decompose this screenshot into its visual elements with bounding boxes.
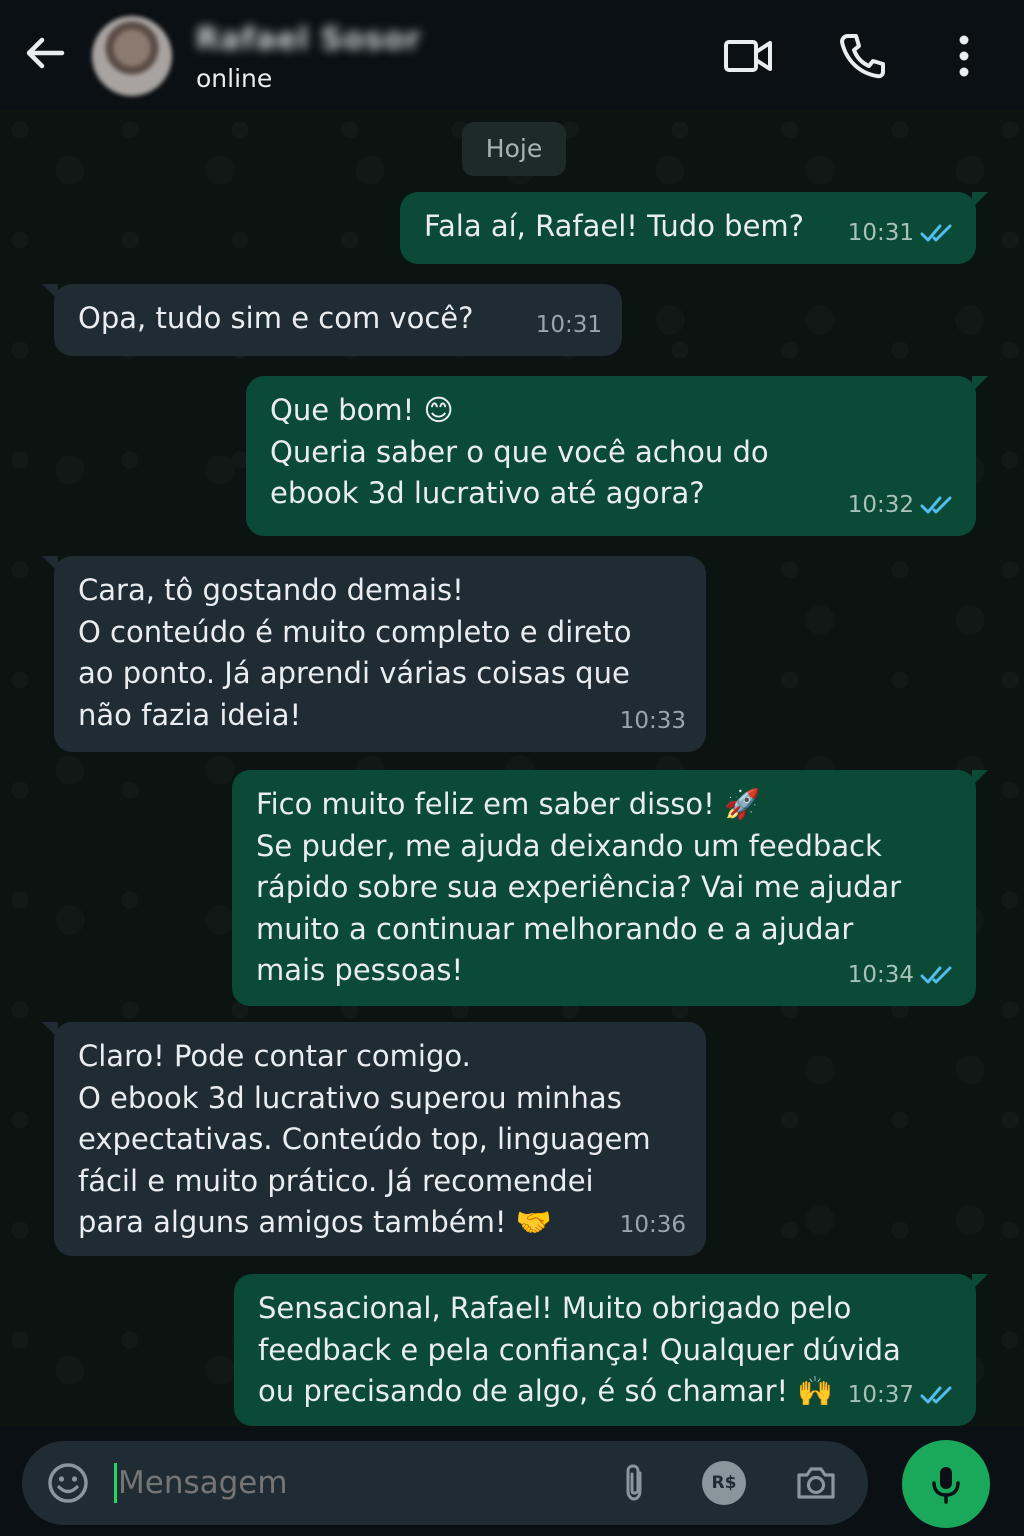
message-time: 10:31	[847, 219, 914, 246]
more-options-icon[interactable]	[938, 30, 990, 82]
message-bubble-outgoing[interactable]: Fico muito feliz em saber disso! 🚀 Se pu…	[232, 770, 988, 1006]
message-bubble-outgoing[interactable]: Que bom! 😊 Queria saber o que você achou…	[246, 376, 988, 536]
payment-label: R$	[711, 1473, 737, 1493]
date-separator: Hoje	[462, 122, 566, 176]
message-meta: 10:33	[620, 701, 686, 743]
message-bubble-outgoing[interactable]: Fala aí, Rafael! Tudo bem? 10:31	[400, 192, 988, 264]
mic-button[interactable]	[902, 1440, 990, 1528]
message-time: 10:34	[847, 961, 914, 988]
message-meta: 10:37	[848, 1375, 958, 1417]
double-check-icon	[920, 496, 952, 514]
message-time: 10:36	[619, 1211, 686, 1238]
message-time: 10:31	[535, 311, 602, 338]
message-bubble-incoming[interactable]: Cara, tô gostando demais! O conteúdo é m…	[42, 556, 706, 752]
message-text: Opa, tudo sim e com você?	[78, 301, 474, 335]
contact-status: online	[196, 64, 273, 93]
message-meta: 10:32	[848, 485, 958, 527]
message-bubble-incoming[interactable]: Opa, tudo sim e com você? 10:31	[42, 284, 622, 356]
chat-header: Rafael Sosor online	[0, 0, 1024, 110]
double-check-icon	[920, 1386, 952, 1404]
emoji-icon[interactable]	[46, 1461, 90, 1505]
message-input[interactable]	[118, 1441, 598, 1525]
double-check-icon	[920, 966, 952, 984]
message-bubble-outgoing[interactable]: Sensacional, Rafael! Muito obrigado pelo…	[234, 1274, 988, 1426]
contact-name[interactable]: Rafael Sosor	[196, 22, 421, 57]
phone-icon[interactable]	[836, 30, 888, 82]
attach-icon[interactable]	[612, 1461, 656, 1505]
message-time: 10:33	[619, 707, 686, 734]
back-arrow-icon[interactable]	[22, 30, 68, 76]
message-time: 10:37	[847, 1381, 914, 1408]
message-time: 10:32	[847, 491, 914, 518]
message-meta: 10:31	[536, 305, 602, 347]
payment-icon[interactable]: R$	[702, 1461, 746, 1505]
message-meta: 10:34	[848, 955, 958, 997]
message-meta: 10:36	[620, 1205, 686, 1247]
camera-icon[interactable]	[794, 1461, 838, 1505]
message-composer: R$	[22, 1441, 868, 1525]
message-meta: 10:31	[848, 213, 958, 255]
mic-icon	[932, 1467, 960, 1504]
avatar[interactable]	[92, 16, 172, 96]
message-bubble-incoming[interactable]: Claro! Pode contar comigo. O ebook 3d lu…	[42, 1022, 706, 1256]
video-call-icon[interactable]	[722, 30, 774, 82]
double-check-icon	[920, 224, 952, 242]
text-cursor	[114, 1463, 117, 1503]
message-text: Claro! Pode contar comigo. O ebook 3d lu…	[78, 1039, 651, 1239]
message-text: Cara, tô gostando demais! O conteúdo é m…	[78, 573, 632, 732]
